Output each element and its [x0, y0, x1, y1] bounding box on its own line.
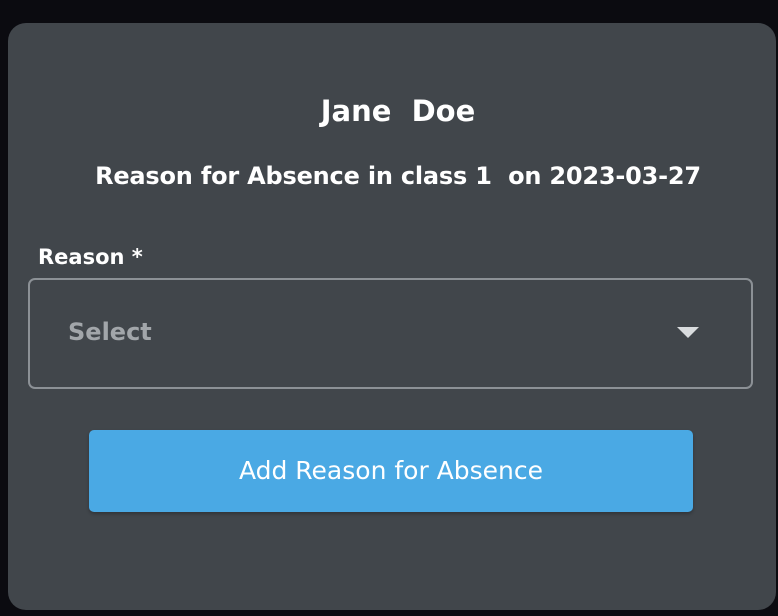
reason-select-value: Select — [68, 318, 152, 346]
reason-select[interactable]: Select — [28, 278, 753, 389]
absence-reason-dialog: Jane Doe Reason for Absence in class 1 o… — [8, 23, 776, 610]
add-reason-button[interactable]: Add Reason for Absence — [89, 430, 693, 512]
reason-field-label: Reason * — [38, 245, 143, 269]
dialog-subtitle: Reason for Absence in class 1 on 2023-03… — [95, 162, 701, 190]
caret-down-icon — [677, 327, 699, 338]
student-name: Jane Doe — [320, 94, 476, 128]
